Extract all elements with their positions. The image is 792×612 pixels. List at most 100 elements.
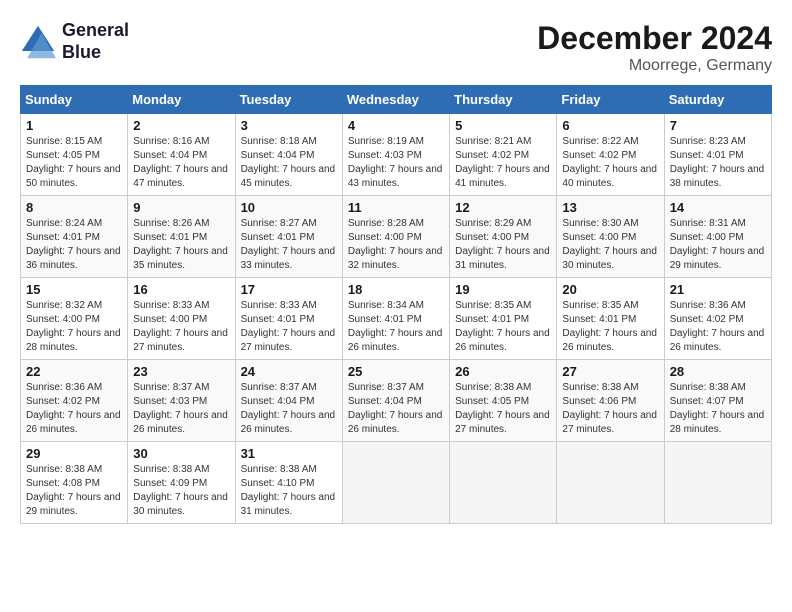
cell-info: Sunrise: 8:38 AMSunset: 4:09 PMDaylight:… bbox=[133, 463, 229, 519]
calendar-cell: 14 Sunrise: 8:31 AMSunset: 4:00 PMDaylig… bbox=[664, 196, 771, 278]
day-number: 22 bbox=[26, 364, 122, 379]
calendar-cell: 24 Sunrise: 8:37 AMSunset: 4:04 PMDaylig… bbox=[235, 360, 342, 442]
cell-info: Sunrise: 8:38 AMSunset: 4:07 PMDaylight:… bbox=[670, 381, 766, 437]
cell-info: Sunrise: 8:29 AMSunset: 4:00 PMDaylight:… bbox=[455, 217, 551, 273]
day-number: 26 bbox=[455, 364, 551, 379]
week-row-1: 1 Sunrise: 8:15 AMSunset: 4:05 PMDayligh… bbox=[21, 114, 772, 196]
cell-info: Sunrise: 8:31 AMSunset: 4:00 PMDaylight:… bbox=[670, 217, 766, 273]
week-row-5: 29 Sunrise: 8:38 AMSunset: 4:08 PMDaylig… bbox=[21, 442, 772, 524]
logo-line1: General bbox=[62, 20, 129, 42]
calendar-cell: 1 Sunrise: 8:15 AMSunset: 4:05 PMDayligh… bbox=[21, 114, 128, 196]
day-number: 2 bbox=[133, 118, 229, 133]
day-number: 6 bbox=[562, 118, 658, 133]
day-number: 18 bbox=[348, 282, 444, 297]
col-header-wednesday: Wednesday bbox=[342, 86, 449, 114]
day-number: 24 bbox=[241, 364, 337, 379]
day-number: 15 bbox=[26, 282, 122, 297]
day-number: 4 bbox=[348, 118, 444, 133]
cell-info: Sunrise: 8:27 AMSunset: 4:01 PMDaylight:… bbox=[241, 217, 337, 273]
day-number: 7 bbox=[670, 118, 766, 133]
day-number: 13 bbox=[562, 200, 658, 215]
cell-info: Sunrise: 8:16 AMSunset: 4:04 PMDaylight:… bbox=[133, 135, 229, 191]
calendar-cell: 4 Sunrise: 8:19 AMSunset: 4:03 PMDayligh… bbox=[342, 114, 449, 196]
calendar-cell: 26 Sunrise: 8:38 AMSunset: 4:05 PMDaylig… bbox=[450, 360, 557, 442]
day-number: 21 bbox=[670, 282, 766, 297]
cell-info: Sunrise: 8:28 AMSunset: 4:00 PMDaylight:… bbox=[348, 217, 444, 273]
calendar-cell bbox=[664, 442, 771, 524]
day-number: 17 bbox=[241, 282, 337, 297]
col-header-thursday: Thursday bbox=[450, 86, 557, 114]
calendar-cell: 17 Sunrise: 8:33 AMSunset: 4:01 PMDaylig… bbox=[235, 278, 342, 360]
cell-info: Sunrise: 8:24 AMSunset: 4:01 PMDaylight:… bbox=[26, 217, 122, 273]
col-header-friday: Friday bbox=[557, 86, 664, 114]
calendar-cell: 10 Sunrise: 8:27 AMSunset: 4:01 PMDaylig… bbox=[235, 196, 342, 278]
header-row: SundayMondayTuesdayWednesdayThursdayFrid… bbox=[21, 86, 772, 114]
calendar-cell: 28 Sunrise: 8:38 AMSunset: 4:07 PMDaylig… bbox=[664, 360, 771, 442]
day-number: 10 bbox=[241, 200, 337, 215]
title-block: December 2024 Moorrege, Germany bbox=[537, 20, 772, 75]
cell-info: Sunrise: 8:19 AMSunset: 4:03 PMDaylight:… bbox=[348, 135, 444, 191]
day-number: 5 bbox=[455, 118, 551, 133]
cell-info: Sunrise: 8:38 AMSunset: 4:06 PMDaylight:… bbox=[562, 381, 658, 437]
calendar-cell: 16 Sunrise: 8:33 AMSunset: 4:00 PMDaylig… bbox=[128, 278, 235, 360]
calendar-cell bbox=[557, 442, 664, 524]
cell-info: Sunrise: 8:23 AMSunset: 4:01 PMDaylight:… bbox=[670, 135, 766, 191]
cell-info: Sunrise: 8:36 AMSunset: 4:02 PMDaylight:… bbox=[670, 299, 766, 355]
calendar-cell: 18 Sunrise: 8:34 AMSunset: 4:01 PMDaylig… bbox=[342, 278, 449, 360]
calendar-cell: 2 Sunrise: 8:16 AMSunset: 4:04 PMDayligh… bbox=[128, 114, 235, 196]
col-header-sunday: Sunday bbox=[21, 86, 128, 114]
day-number: 31 bbox=[241, 446, 337, 461]
cell-info: Sunrise: 8:26 AMSunset: 4:01 PMDaylight:… bbox=[133, 217, 229, 273]
day-number: 1 bbox=[26, 118, 122, 133]
week-row-4: 22 Sunrise: 8:36 AMSunset: 4:02 PMDaylig… bbox=[21, 360, 772, 442]
logo: General Blue bbox=[20, 20, 129, 63]
calendar-cell: 12 Sunrise: 8:29 AMSunset: 4:00 PMDaylig… bbox=[450, 196, 557, 278]
calendar-cell: 19 Sunrise: 8:35 AMSunset: 4:01 PMDaylig… bbox=[450, 278, 557, 360]
cell-info: Sunrise: 8:37 AMSunset: 4:04 PMDaylight:… bbox=[348, 381, 444, 437]
day-number: 25 bbox=[348, 364, 444, 379]
calendar-cell: 15 Sunrise: 8:32 AMSunset: 4:00 PMDaylig… bbox=[21, 278, 128, 360]
calendar-cell: 20 Sunrise: 8:35 AMSunset: 4:01 PMDaylig… bbox=[557, 278, 664, 360]
cell-info: Sunrise: 8:22 AMSunset: 4:02 PMDaylight:… bbox=[562, 135, 658, 191]
cell-info: Sunrise: 8:33 AMSunset: 4:01 PMDaylight:… bbox=[241, 299, 337, 355]
cell-info: Sunrise: 8:32 AMSunset: 4:00 PMDaylight:… bbox=[26, 299, 122, 355]
cell-info: Sunrise: 8:15 AMSunset: 4:05 PMDaylight:… bbox=[26, 135, 122, 191]
calendar-cell: 22 Sunrise: 8:36 AMSunset: 4:02 PMDaylig… bbox=[21, 360, 128, 442]
calendar-cell: 31 Sunrise: 8:38 AMSunset: 4:10 PMDaylig… bbox=[235, 442, 342, 524]
week-row-2: 8 Sunrise: 8:24 AMSunset: 4:01 PMDayligh… bbox=[21, 196, 772, 278]
calendar-cell bbox=[450, 442, 557, 524]
calendar-cell: 23 Sunrise: 8:37 AMSunset: 4:03 PMDaylig… bbox=[128, 360, 235, 442]
day-number: 19 bbox=[455, 282, 551, 297]
calendar-cell: 21 Sunrise: 8:36 AMSunset: 4:02 PMDaylig… bbox=[664, 278, 771, 360]
cell-info: Sunrise: 8:38 AMSunset: 4:05 PMDaylight:… bbox=[455, 381, 551, 437]
cell-info: Sunrise: 8:36 AMSunset: 4:02 PMDaylight:… bbox=[26, 381, 122, 437]
calendar-cell: 5 Sunrise: 8:21 AMSunset: 4:02 PMDayligh… bbox=[450, 114, 557, 196]
col-header-monday: Monday bbox=[128, 86, 235, 114]
day-number: 11 bbox=[348, 200, 444, 215]
col-header-tuesday: Tuesday bbox=[235, 86, 342, 114]
day-number: 16 bbox=[133, 282, 229, 297]
logo-text: General Blue bbox=[62, 20, 129, 63]
cell-info: Sunrise: 8:37 AMSunset: 4:03 PMDaylight:… bbox=[133, 381, 229, 437]
cell-info: Sunrise: 8:37 AMSunset: 4:04 PMDaylight:… bbox=[241, 381, 337, 437]
day-number: 12 bbox=[455, 200, 551, 215]
day-number: 28 bbox=[670, 364, 766, 379]
day-number: 14 bbox=[670, 200, 766, 215]
calendar-cell: 30 Sunrise: 8:38 AMSunset: 4:09 PMDaylig… bbox=[128, 442, 235, 524]
day-number: 8 bbox=[26, 200, 122, 215]
cell-info: Sunrise: 8:35 AMSunset: 4:01 PMDaylight:… bbox=[455, 299, 551, 355]
cell-info: Sunrise: 8:18 AMSunset: 4:04 PMDaylight:… bbox=[241, 135, 337, 191]
col-header-saturday: Saturday bbox=[664, 86, 771, 114]
calendar-cell: 29 Sunrise: 8:38 AMSunset: 4:08 PMDaylig… bbox=[21, 442, 128, 524]
calendar-cell: 25 Sunrise: 8:37 AMSunset: 4:04 PMDaylig… bbox=[342, 360, 449, 442]
day-number: 9 bbox=[133, 200, 229, 215]
day-number: 23 bbox=[133, 364, 229, 379]
cell-info: Sunrise: 8:21 AMSunset: 4:02 PMDaylight:… bbox=[455, 135, 551, 191]
location: Moorrege, Germany bbox=[537, 57, 772, 75]
cell-info: Sunrise: 8:35 AMSunset: 4:01 PMDaylight:… bbox=[562, 299, 658, 355]
day-number: 27 bbox=[562, 364, 658, 379]
day-number: 20 bbox=[562, 282, 658, 297]
calendar-cell: 3 Sunrise: 8:18 AMSunset: 4:04 PMDayligh… bbox=[235, 114, 342, 196]
cell-info: Sunrise: 8:34 AMSunset: 4:01 PMDaylight:… bbox=[348, 299, 444, 355]
month-title: December 2024 bbox=[537, 20, 772, 57]
